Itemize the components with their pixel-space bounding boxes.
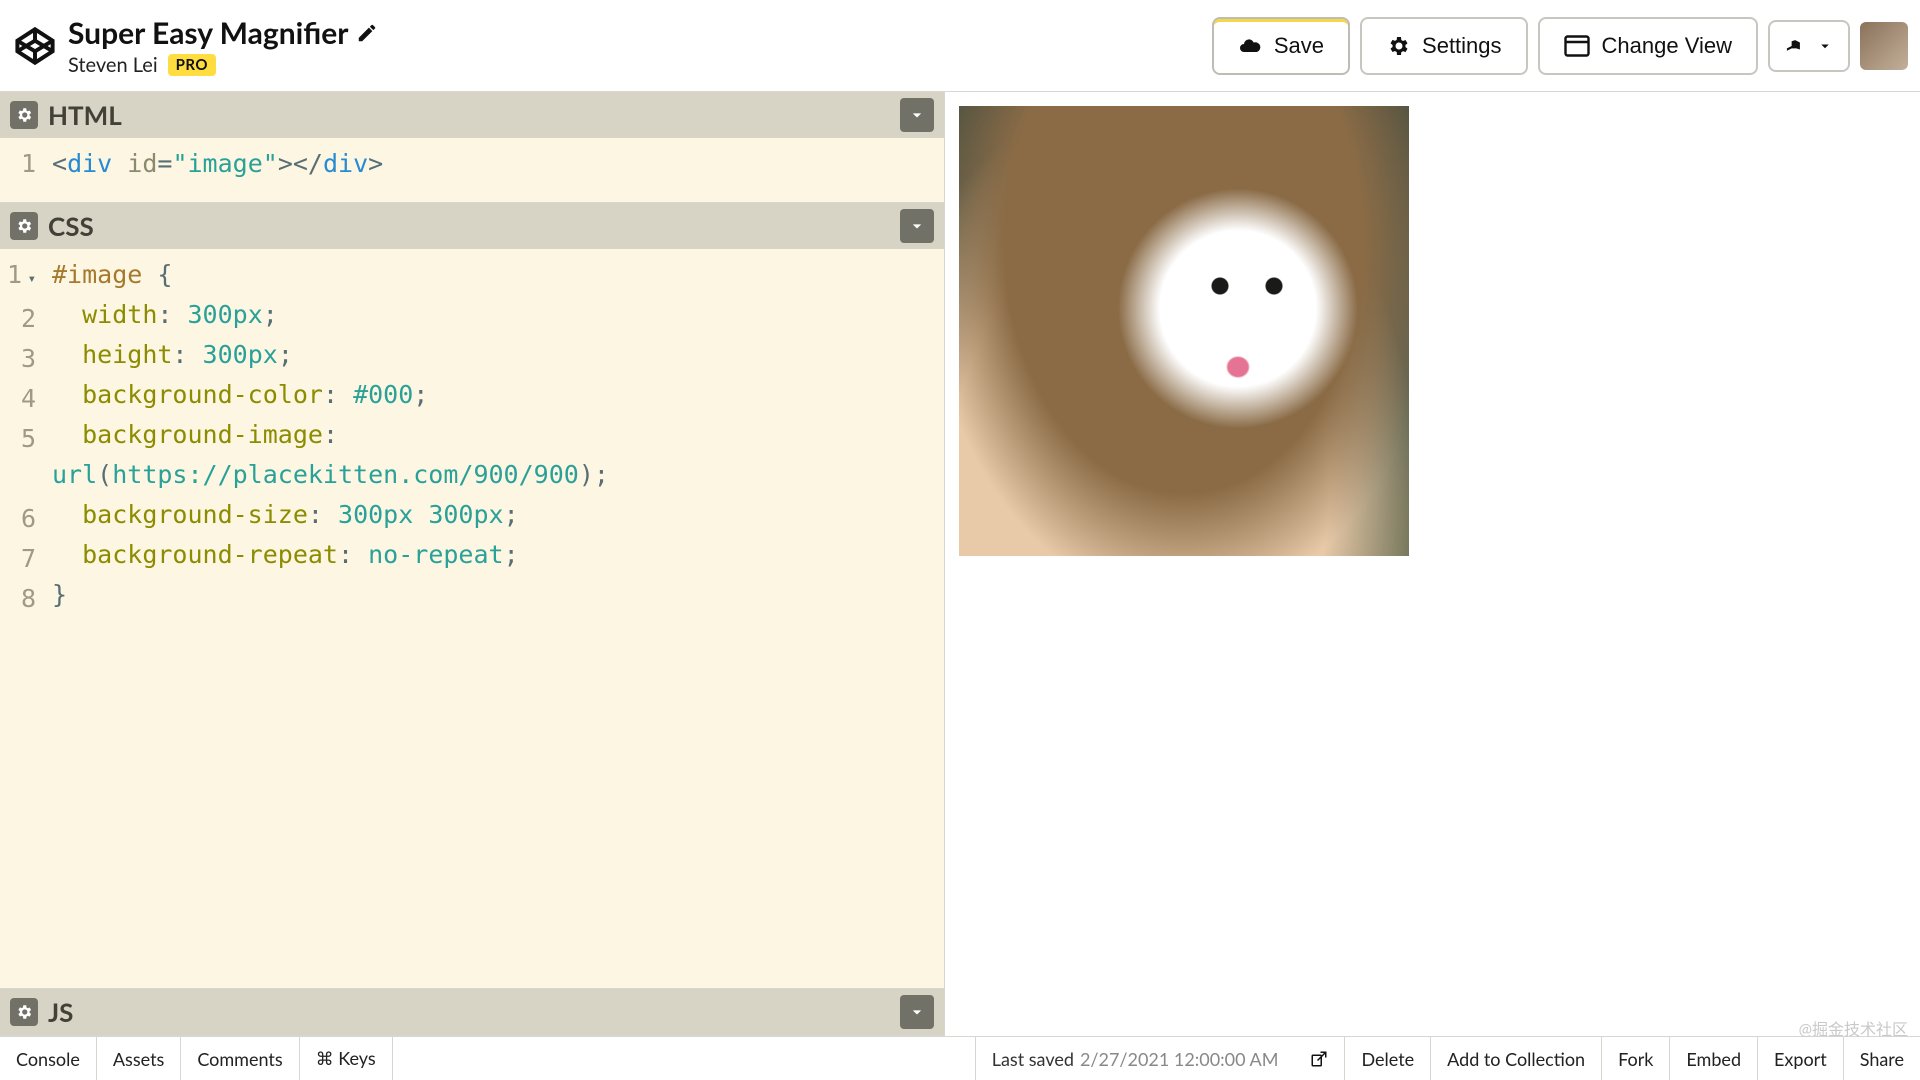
edit-icon[interactable] xyxy=(356,22,378,44)
panel-settings-js[interactable] xyxy=(10,998,38,1026)
panel-settings-html[interactable] xyxy=(10,101,38,129)
preview-pane[interactable] xyxy=(945,92,1920,1036)
header-bar: Super Easy Magnifier Steven Lei PRO Save… xyxy=(0,0,1920,92)
pin-icon xyxy=(1784,36,1804,56)
export-button[interactable]: Export xyxy=(1758,1037,1844,1080)
panel-title-css: CSS xyxy=(48,210,94,242)
comments-button[interactable]: Comments xyxy=(181,1037,299,1080)
change-view-label: Change View xyxy=(1602,33,1732,59)
chevron-down-icon xyxy=(1816,37,1834,55)
cloud-icon xyxy=(1238,34,1262,58)
panel-js: JS xyxy=(0,989,944,1036)
preview-image xyxy=(959,106,1409,556)
panel-header-html: HTML xyxy=(0,92,944,138)
last-saved: Last saved 2/27/2021 12:00:00 AM xyxy=(976,1037,1295,1080)
share-button[interactable]: Share xyxy=(1844,1037,1920,1080)
main-area: HTML 1 <div id="image"></div> CSS xyxy=(0,92,1920,1036)
panel-header-css: CSS xyxy=(0,203,944,249)
settings-label: Settings xyxy=(1422,33,1502,59)
panel-settings-css[interactable] xyxy=(10,212,38,240)
layout-icon xyxy=(1564,35,1590,57)
assets-button[interactable]: Assets xyxy=(97,1037,181,1080)
pen-title[interactable]: Super Easy Magnifier xyxy=(68,15,348,51)
save-label: Save xyxy=(1274,33,1324,59)
footer-bar: Console Assets Comments ⌘ Keys Last save… xyxy=(0,1036,1920,1080)
editors-column: HTML 1 <div id="image"></div> CSS xyxy=(0,92,945,1036)
console-button[interactable]: Console xyxy=(0,1037,97,1080)
delete-button[interactable]: Delete xyxy=(1345,1037,1431,1080)
settings-button[interactable]: Settings xyxy=(1360,17,1528,75)
pen-author[interactable]: Steven Lei xyxy=(68,53,158,77)
panel-collapse-js[interactable] xyxy=(900,995,934,1029)
popout-icon xyxy=(1310,1050,1328,1068)
codepen-logo[interactable] xyxy=(12,23,58,69)
panel-collapse-html[interactable] xyxy=(900,98,934,132)
panel-title-js: JS xyxy=(48,996,73,1028)
code-editor-css[interactable]: 1▾2345 678 #image { width: 300px; height… xyxy=(0,249,944,988)
code-editor-html[interactable]: 1 <div id="image"></div> xyxy=(0,138,944,202)
embed-button[interactable]: Embed xyxy=(1670,1037,1758,1080)
change-view-button[interactable]: Change View xyxy=(1538,17,1758,75)
add-collection-button[interactable]: Add to Collection xyxy=(1431,1037,1602,1080)
fork-button[interactable]: Fork xyxy=(1602,1037,1670,1080)
share-pop-button[interactable] xyxy=(1294,1037,1345,1080)
panel-collapse-css[interactable] xyxy=(900,209,934,243)
avatar[interactable] xyxy=(1860,22,1908,70)
save-button[interactable]: Save xyxy=(1212,17,1350,75)
keys-button[interactable]: ⌘ Keys xyxy=(300,1037,393,1080)
panel-title-html: HTML xyxy=(48,99,122,131)
panel-header-js: JS xyxy=(0,989,944,1035)
pin-dropdown-button[interactable] xyxy=(1768,20,1850,72)
pro-badge: PRO xyxy=(168,54,216,76)
panel-css: CSS 1▾2345 678 #image { width: 300px; he… xyxy=(0,203,944,989)
panel-html: HTML 1 <div id="image"></div> xyxy=(0,92,944,203)
gear-icon xyxy=(1386,34,1410,58)
